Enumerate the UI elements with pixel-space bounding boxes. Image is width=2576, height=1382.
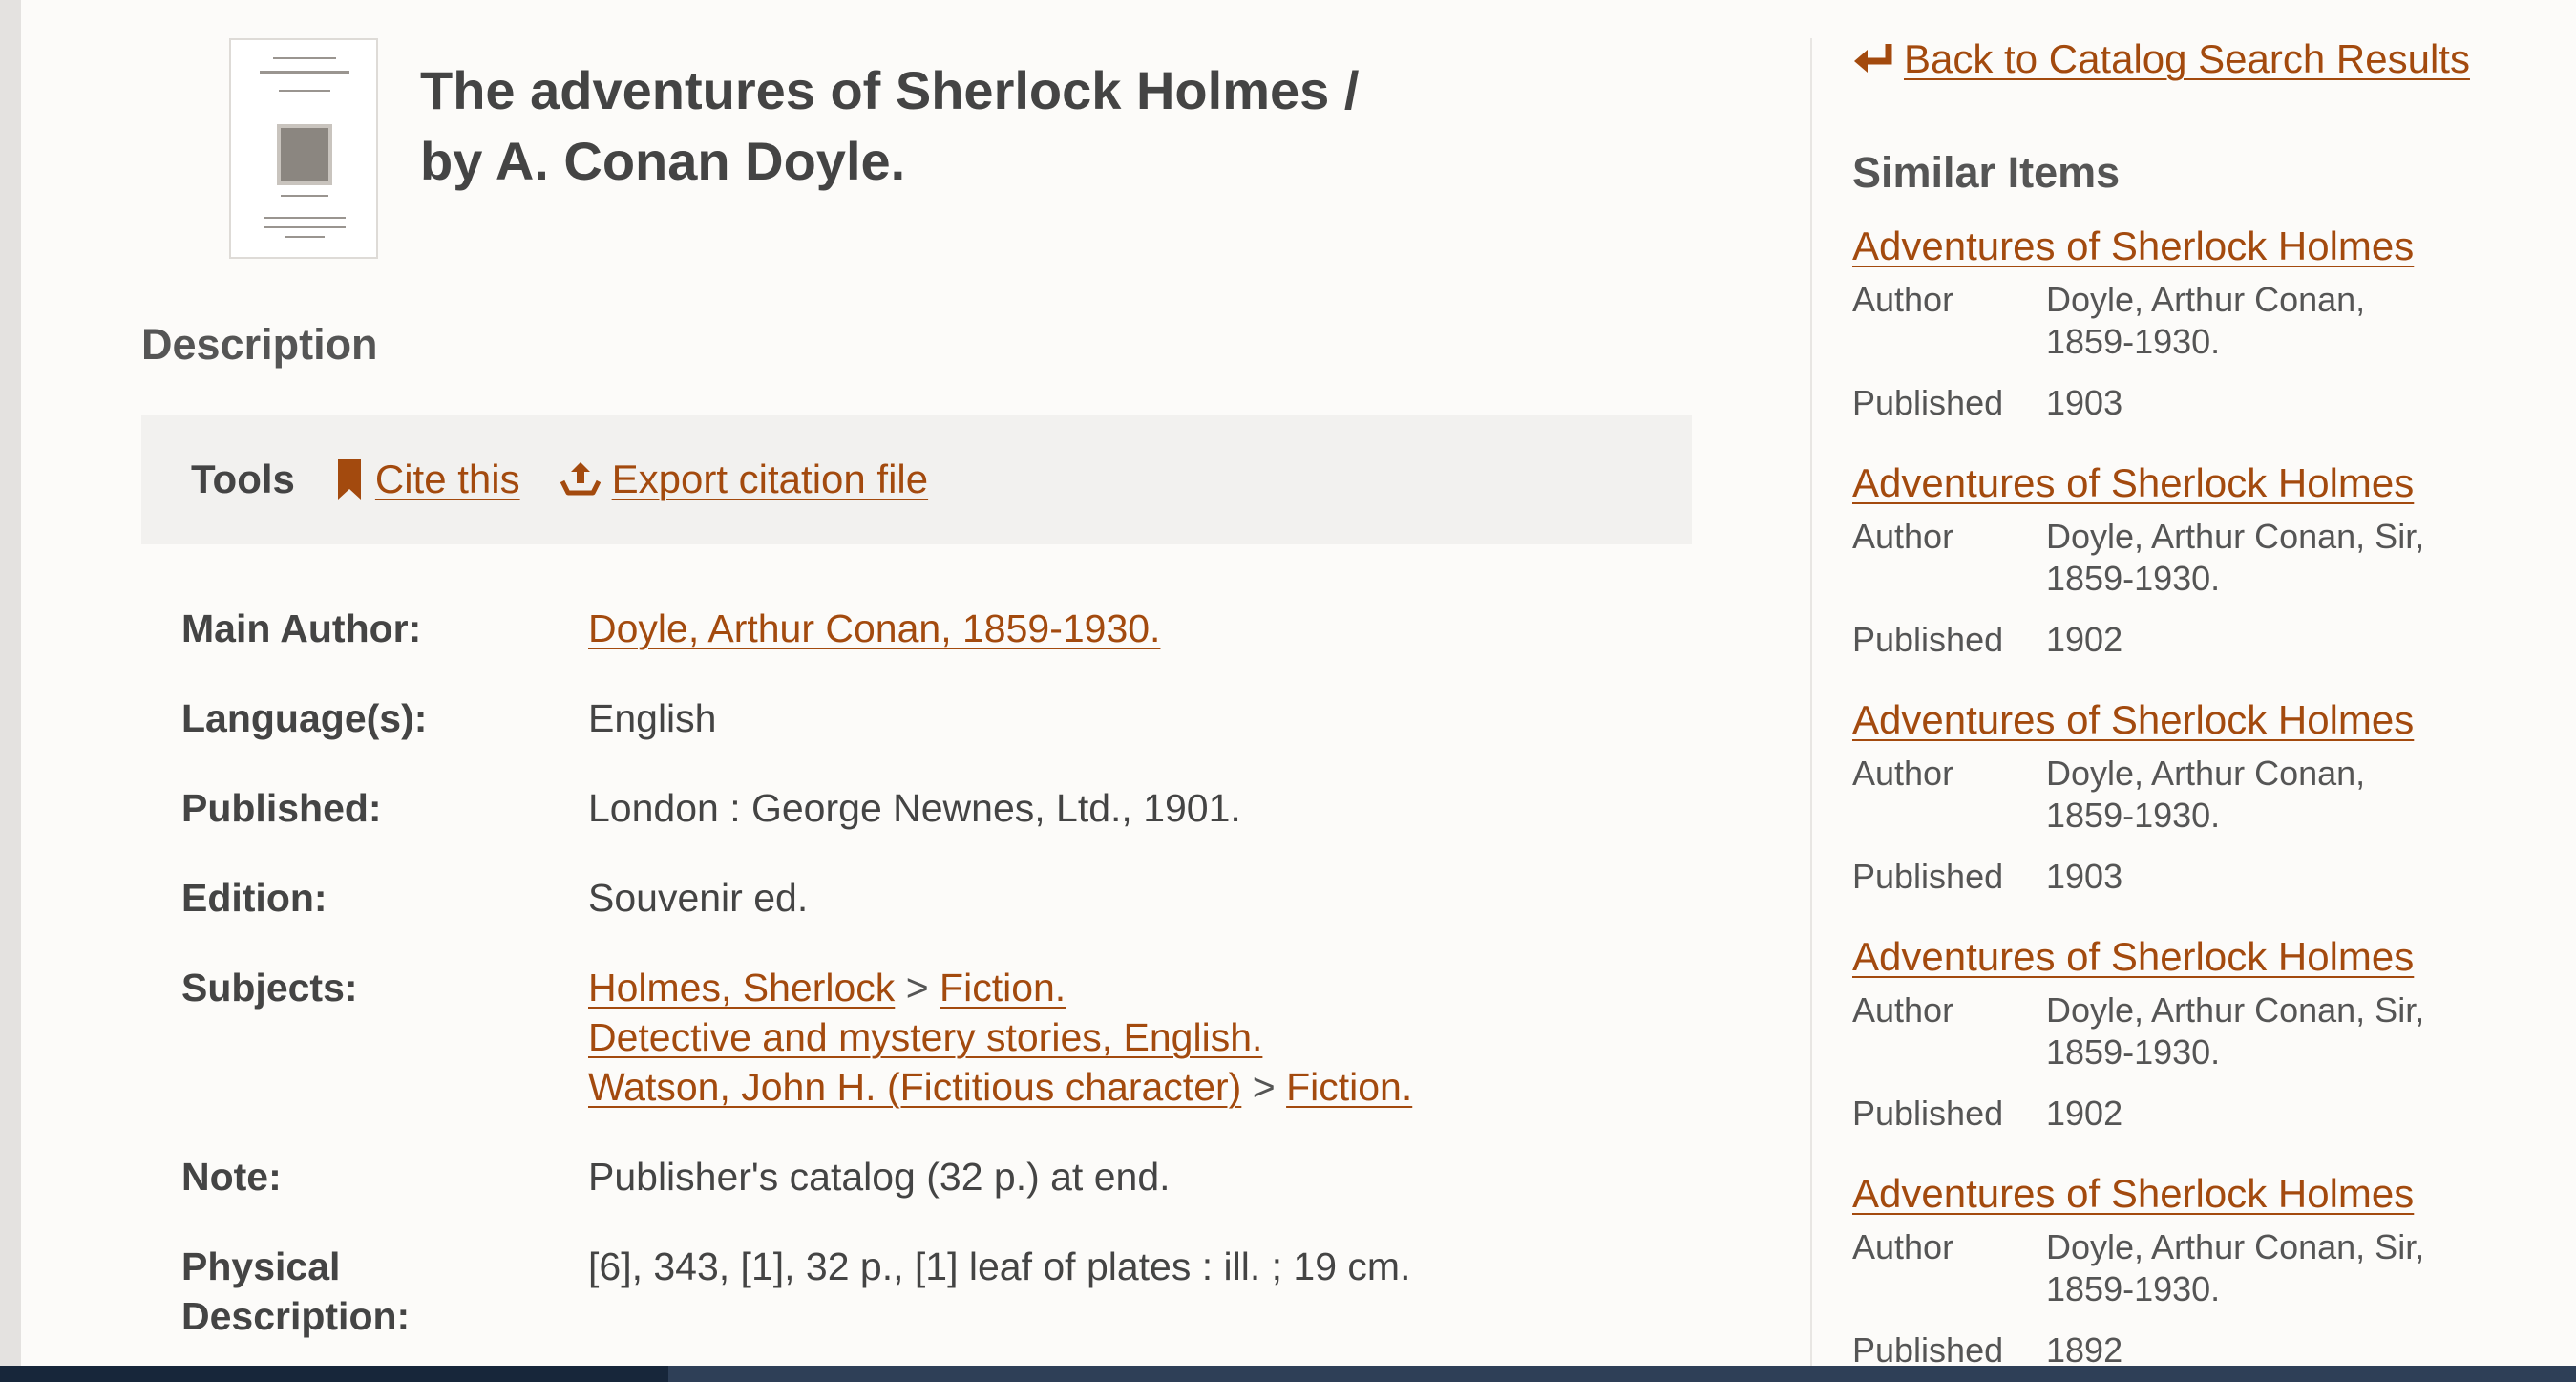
note-label: Note: <box>181 1155 282 1199</box>
similar-item-author: Author Doyle, Arthur Conan, Sir, 1859-193… <box>1852 989 2521 1074</box>
published-key: Published <box>1852 857 2004 896</box>
similar-item-title-link[interactable]: Adventures of Sherlock Holmes <box>1852 223 2414 268</box>
author-value: Doyle, Arthur Conan, 1859-1930. <box>2046 754 2366 835</box>
language-value: English <box>588 696 717 740</box>
description-heading: Description <box>141 320 378 369</box>
physical-description-label: Physical Description: <box>181 1242 588 1341</box>
published-key: Published <box>1852 620 2004 659</box>
bookmark-icon <box>337 459 361 500</box>
published-label: Published: <box>181 786 382 830</box>
subject-link[interactable]: Watson, John H. (Fictitious character) <box>588 1065 1241 1109</box>
similar-item: Adventures of Sherlock Holmes Author Doy… <box>1852 222 2521 424</box>
similar-item-author: Author Doyle, Arthur Conan, Sir, 1859-193… <box>1852 516 2521 600</box>
export-citation-label: Export citation file <box>611 457 929 501</box>
physical-label-line-1: Physical <box>181 1244 341 1288</box>
published-value: London : George Newnes, Ltd., 1901. <box>588 786 1241 830</box>
main-author-label: Main Author: <box>181 606 422 650</box>
subject-link[interactable]: Fiction. <box>1286 1065 1412 1109</box>
record-details-table: Main Author: Doyle, Arthur Conan, 1859-1… <box>181 604 1671 1341</box>
published-key: Published <box>1852 383 2004 422</box>
author-value: Doyle, Arthur Conan, Sir, 1859-1930. <box>2046 990 2425 1072</box>
subject-separator: > <box>905 966 929 1010</box>
similar-item: Adventures of Sherlock Holmes Author Doy… <box>1852 1169 2521 1371</box>
subjects-label: Subjects: <box>181 966 358 1010</box>
edition-value: Souvenir ed. <box>588 876 809 920</box>
author-key: Author <box>1852 990 1954 1030</box>
taskbar-section <box>0 1366 668 1382</box>
detail-row-published: Published: London : George Newnes, Ltd.,… <box>181 783 1671 873</box>
cite-this-link[interactable]: Cite this <box>335 457 520 502</box>
similar-item: Adventures of Sherlock Holmes Author Doy… <box>1852 932 2521 1135</box>
subject-line: Detective and mystery stories, English. <box>588 1012 1671 1062</box>
published-value: 1902 <box>2046 1094 2123 1133</box>
author-value: Doyle, Arthur Conan, Sir, 1859-1930. <box>2046 1227 2425 1308</box>
similar-item-title-link[interactable]: Adventures of Sherlock Holmes <box>1852 697 2414 742</box>
tools-label: Tools <box>191 457 295 501</box>
export-icon <box>560 462 601 496</box>
physical-label-line-2: Description: <box>181 1294 411 1338</box>
window-left-edge <box>0 0 21 1366</box>
author-key: Author <box>1852 517 1954 556</box>
similar-item-author: Author Doyle, Arthur Conan, Sir, 1859-193… <box>1852 1226 2521 1310</box>
similar-item-title-link[interactable]: Adventures of Sherlock Holmes <box>1852 1171 2414 1216</box>
similar-items-heading: Similar Items <box>1852 148 2121 197</box>
physical-description-value: [6], 343, [1], 32 p., [1] leaf of plates… <box>588 1244 1411 1288</box>
back-to-results-label: Back to Catalog Search Results <box>1904 36 2470 81</box>
detail-row-note: Note: Publisher's catalog (32 p.) at end… <box>181 1152 1671 1242</box>
subject-line: Watson, John H. (Fictitious character) >… <box>588 1062 1671 1112</box>
detail-row-main-author: Main Author: Doyle, Arthur Conan, 1859-1… <box>181 604 1671 693</box>
similar-item-author: Author Doyle, Arthur Conan, 1859-1930. <box>1852 279 2521 363</box>
note-value: Publisher's catalog (32 p.) at end. <box>588 1155 1171 1199</box>
record-title-line-1: The adventures of Sherlock Holmes / <box>420 60 1360 120</box>
similar-item-published: Published 1902 <box>1852 619 2521 661</box>
similar-item: Adventures of Sherlock Holmes Author Doy… <box>1852 458 2521 661</box>
return-arrow-icon <box>1854 44 1892 73</box>
detail-row-edition: Edition: Souvenir ed. <box>181 873 1671 963</box>
column-divider <box>1810 38 1812 1366</box>
edition-label: Edition: <box>181 876 327 920</box>
published-value: 1903 <box>2046 383 2123 422</box>
record-title-line-2: by A. Conan Doyle. <box>420 131 906 191</box>
similar-item-published: Published 1903 <box>1852 382 2521 424</box>
author-key: Author <box>1852 754 1954 793</box>
subject-line: Holmes, Sherlock > Fiction. <box>588 963 1671 1012</box>
subject-link[interactable]: Fiction. <box>940 966 1066 1010</box>
detail-row-subjects: Subjects: Holmes, Sherlock > Fiction. De… <box>181 963 1671 1152</box>
similar-item-title-link[interactable]: Adventures of Sherlock Holmes <box>1852 460 2414 505</box>
similar-item-author: Author Doyle, Arthur Conan, 1859-1930. <box>1852 753 2521 837</box>
subject-link[interactable]: Holmes, Sherlock <box>588 966 895 1010</box>
published-key: Published <box>1852 1094 2004 1133</box>
author-key: Author <box>1852 1227 1954 1266</box>
detail-row-physical-description: Physical Description: [6], 343, [1], 32 … <box>181 1242 1671 1341</box>
published-value: 1903 <box>2046 857 2123 896</box>
detail-row-language: Language(s): English <box>181 693 1671 783</box>
subject-link[interactable]: Detective and mystery stories, English. <box>588 1015 1262 1059</box>
subjects-list: Holmes, Sherlock > Fiction. Detective an… <box>588 963 1671 1152</box>
similar-item: Adventures of Sherlock Holmes Author Doy… <box>1852 695 2521 898</box>
book-cover-thumbnail[interactable] <box>229 38 378 259</box>
tools-bar: Tools Cite this Export citation file <box>141 415 1692 544</box>
subject-separator: > <box>1252 1065 1276 1109</box>
similar-item-published: Published 1902 <box>1852 1093 2521 1135</box>
export-citation-link[interactable]: Export citation file <box>560 457 929 502</box>
author-key: Author <box>1852 280 1954 319</box>
similar-item-published: Published 1903 <box>1852 856 2521 898</box>
main-author-link[interactable]: Doyle, Arthur Conan, 1859-1930. <box>588 606 1160 650</box>
back-to-results-link[interactable]: Back to Catalog Search Results <box>1852 36 2470 82</box>
author-value: Doyle, Arthur Conan, 1859-1930. <box>2046 280 2366 361</box>
similar-item-title-link[interactable]: Adventures of Sherlock Holmes <box>1852 934 2414 979</box>
author-value: Doyle, Arthur Conan, Sir, 1859-1930. <box>2046 517 2425 598</box>
record-title: The adventures of Sherlock Holmes / by A… <box>420 55 1470 197</box>
cite-this-label: Cite this <box>374 457 520 501</box>
language-label: Language(s): <box>181 696 428 740</box>
published-value: 1902 <box>2046 620 2123 659</box>
